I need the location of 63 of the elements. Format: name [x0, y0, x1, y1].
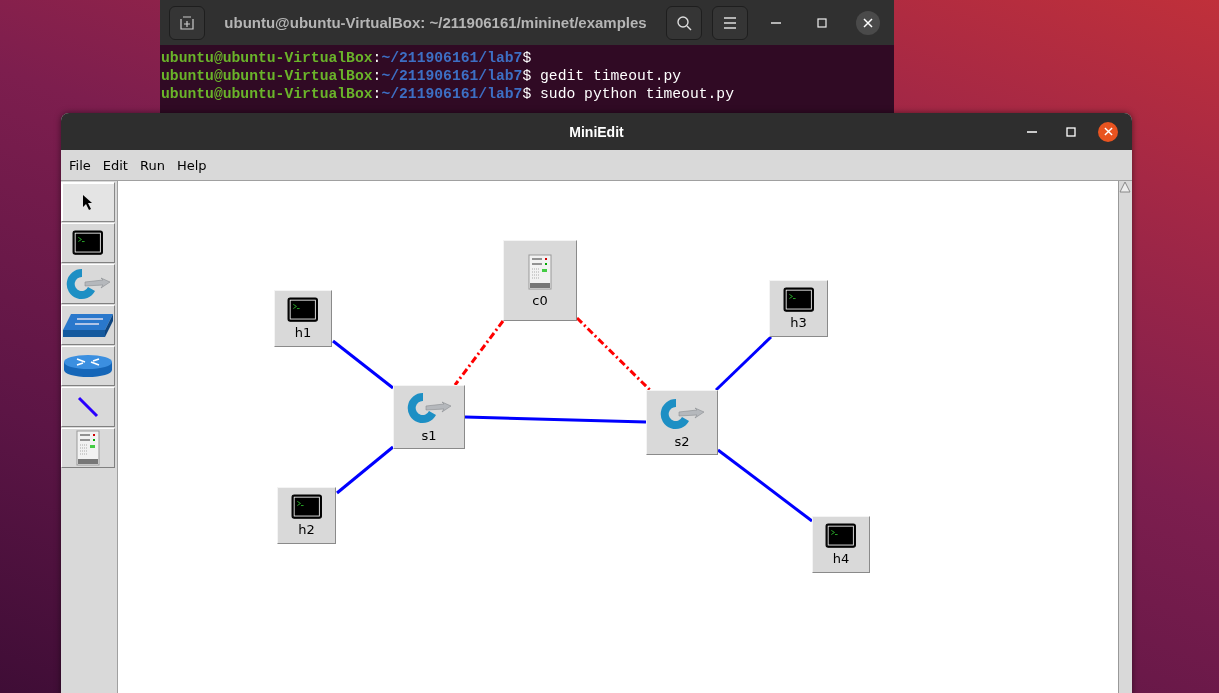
terminal-icon: [825, 522, 857, 549]
minimize-icon: [771, 21, 781, 24]
new-tab-icon: [180, 15, 194, 30]
menu-button[interactable]: [712, 5, 748, 40]
switch-icon: [65, 267, 111, 301]
switch-tool[interactable]: [61, 264, 115, 304]
menu-item[interactable]: File: [63, 157, 97, 173]
close-button[interactable]: [856, 10, 880, 35]
legacy-switch-tool[interactable]: [61, 305, 115, 345]
close-icon: [863, 17, 873, 28]
terminal-line: ubuntu@ubuntu-VirtualBox:~/211906161/lab7$ gedit timeout.py: [161, 67, 683, 85]
switch-icon: [406, 391, 452, 425]
host-node[interactable]: h2: [277, 487, 336, 544]
router-icon: [63, 353, 113, 379]
menu-item[interactable]: Help: [170, 157, 213, 173]
switch-slab-icon: [63, 312, 113, 338]
host-node[interactable]: h4: [812, 516, 870, 573]
terminal-icon: [287, 296, 319, 323]
host-node[interactable]: h1: [274, 290, 332, 347]
node-label: h2: [298, 522, 315, 538]
terminal-icon: [72, 230, 104, 256]
link-line: [336, 445, 394, 495]
switch-node[interactable]: s1: [393, 385, 465, 449]
link-line: [714, 335, 773, 392]
pointer-icon: [82, 193, 94, 211]
close-button[interactable]: [1098, 121, 1118, 142]
controller-tool[interactable]: [61, 428, 115, 468]
server-icon: [76, 430, 100, 466]
node-label: h4: [832, 551, 850, 567]
search-icon: [676, 14, 692, 31]
host-tool[interactable]: [61, 223, 115, 263]
node-label: s2: [674, 433, 690, 449]
scrollbar[interactable]: [1118, 181, 1132, 693]
close-icon: [1103, 127, 1113, 136]
new-tab-button[interactable]: [169, 5, 205, 40]
controller-node[interactable]: c0: [503, 240, 577, 321]
menu-icon: [723, 16, 737, 29]
maximize-icon: [1066, 126, 1076, 137]
switch-node[interactable]: s2: [646, 390, 718, 455]
menu-item[interactable]: Edit: [96, 157, 134, 173]
terminal-line: ubuntu@ubuntu-VirtualBox:~/211906161/lab7$: [161, 49, 533, 67]
node-label: h1: [294, 325, 312, 341]
window-title: MiniEdit: [569, 123, 624, 140]
menu-item[interactable]: Run: [133, 157, 171, 173]
minimize-icon: [1027, 130, 1037, 133]
search-button[interactable]: [666, 5, 702, 40]
terminal-icon: [782, 286, 815, 313]
node-label: s1: [421, 428, 437, 443]
terminal-line: ubuntu@ubuntu-VirtualBox:~/211906161/lab7$ sudo python timeout.py: [161, 85, 735, 103]
node-label: c0: [532, 292, 548, 308]
host-node[interactable]: h3: [769, 280, 828, 337]
link-line-icon: [77, 396, 99, 418]
switch-icon: [659, 396, 705, 431]
scroll-up-icon: [1119, 181, 1131, 193]
link-tool[interactable]: [61, 387, 115, 427]
maximize-icon: [817, 17, 827, 28]
select-tool[interactable]: [61, 182, 115, 222]
window-title: ubuntu@ubuntu-VirtualBox: ~/211906161/mininet/examples: [223, 14, 648, 31]
terminal-icon: [290, 493, 323, 520]
server-icon: [528, 253, 552, 290]
link-line: [332, 339, 394, 390]
router-tool[interactable]: [61, 346, 115, 386]
node-label: h3: [790, 315, 807, 331]
